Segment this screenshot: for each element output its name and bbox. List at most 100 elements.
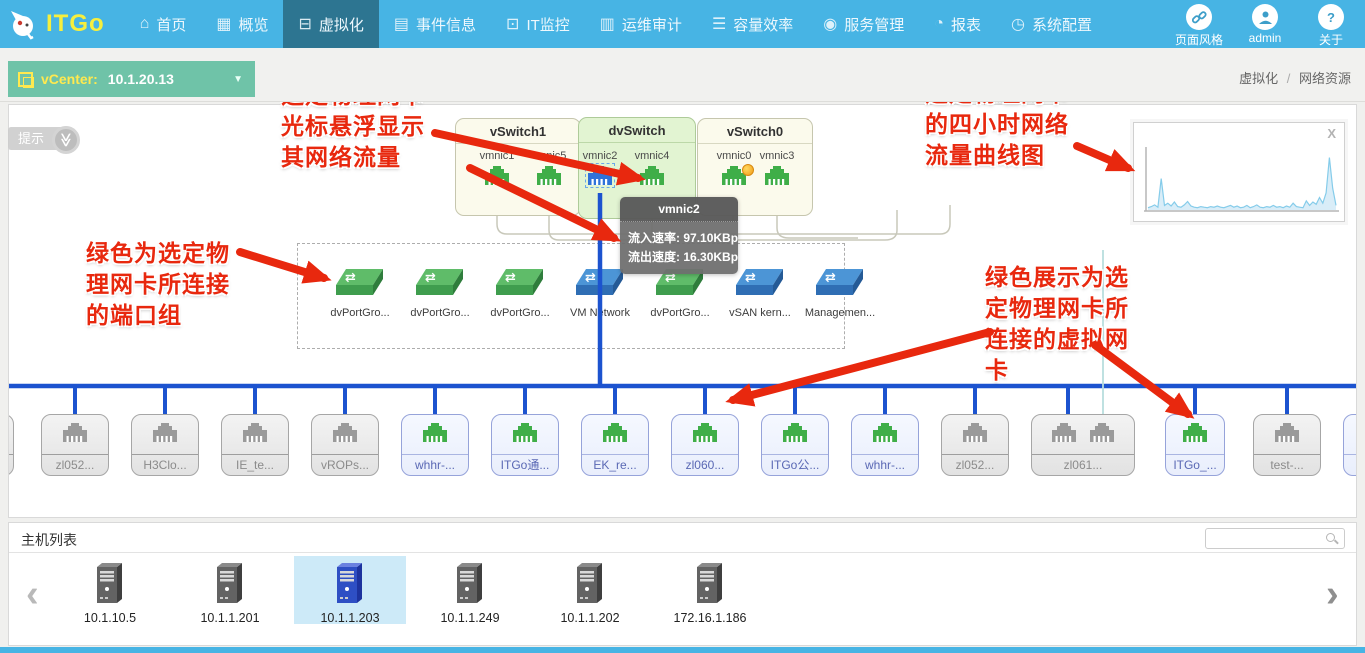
vmnic-vmnic2[interactable]: vmnic2 [576, 150, 624, 191]
carousel-next-button[interactable]: › [1326, 575, 1339, 613]
vcenter-label: vCenter: [41, 71, 98, 87]
vmnic-vmnic0[interactable]: vmnic0 [710, 150, 758, 191]
vm-card-IEte[interactable]: IE_te... [221, 414, 289, 476]
vm-card[interactable] [9, 414, 14, 476]
nav-item-capacity[interactable]: ☰ 容量效率 [697, 0, 808, 48]
host-search-input[interactable] [1206, 529, 1344, 548]
nav-admin-button[interactable]: admin [1237, 2, 1293, 48]
vm-nic-icons [1344, 422, 1356, 443]
vm-card-ITGo通[interactable]: ITGo通... [491, 414, 559, 476]
nic-icon[interactable] [639, 165, 665, 186]
vmnic-label: vmnic5 [525, 150, 573, 162]
vmnic-vmnic3[interactable]: vmnic3 [753, 150, 801, 191]
vm-nic-icons [672, 422, 738, 443]
nav-item-it-monitor[interactable]: ⊡ IT监控 [491, 0, 585, 48]
tips-toggle[interactable]: 提示 ≫ [8, 128, 72, 148]
nic-icon [242, 422, 268, 443]
tips-expand-button[interactable]: ≫ [52, 126, 80, 154]
breadcrumb: 虚拟化 / 网络资源 [1239, 68, 1351, 87]
vm-nic-icons [222, 422, 288, 443]
vm-card-label: IE_te... [222, 454, 288, 475]
portgroup-switch-icon: ⇄ [416, 268, 464, 298]
nic-icon[interactable] [536, 165, 562, 186]
breadcrumb-separator: / [1287, 71, 1291, 86]
nic-icon[interactable] [587, 165, 613, 186]
vm-nic-icons [942, 422, 1008, 443]
nav-item-reports[interactable]: ◔ 报表 [919, 0, 996, 48]
vm-card-test[interactable]: test-... [1253, 414, 1321, 476]
vm-card-ITGo[interactable]: ITGo_... [1165, 414, 1225, 476]
vm-nic-icons [1166, 422, 1224, 443]
vm-card-zl052[interactable]: zl052... [41, 414, 109, 476]
nav-item-ops-audit[interactable]: ▥ 运维审计 [585, 0, 697, 48]
breadcrumb-network-resources[interactable]: 网络资源 [1299, 71, 1351, 86]
vm-card-zl052[interactable]: zl052... [941, 414, 1009, 476]
host-item-10.1.1.201[interactable]: 10.1.1.201 [174, 556, 286, 624]
dvswitch-title: dvSwitch [579, 118, 695, 143]
it-monitor-icon: ⊡ [506, 14, 519, 34]
vm-card-EKre[interactable]: EK_re... [581, 414, 649, 476]
vm-card-label: test-... [1254, 454, 1320, 475]
search-icon [1326, 533, 1335, 542]
carousel-prev-button[interactable]: ‹ [26, 575, 39, 613]
logo-text: ITGo [46, 10, 105, 38]
vm-card-vROPs[interactable]: vROPs... [311, 414, 379, 476]
vmnic-label: vmnic3 [753, 150, 801, 162]
vmnic-vmnic4[interactable]: vmnic4 [628, 150, 676, 191]
host-search-box [1205, 528, 1345, 549]
nav-item-service-mgmt[interactable]: ◉ 服务管理 [808, 0, 919, 48]
vm-card-whhr[interactable]: whhr-... [401, 414, 469, 476]
vm-card-H3Clo[interactable]: H3Clo... [131, 414, 199, 476]
nav-item-home[interactable]: ⌂ 首页 [125, 0, 202, 48]
nic-icon [152, 422, 178, 443]
host-ip-label: 10.1.1.202 [534, 611, 646, 625]
nic-icon [1182, 422, 1208, 443]
nic-icon[interactable] [764, 165, 790, 186]
nav-about-button[interactable]: ? 关于 [1303, 2, 1359, 48]
logo[interactable]: ITGo [0, 0, 125, 48]
vm-nic-icons [1032, 422, 1134, 443]
close-icon[interactable]: X [1327, 126, 1336, 141]
vm-card-label: ITGo公... [762, 454, 828, 475]
nav-item-events[interactable]: ▤ 事件信息 [379, 0, 491, 48]
host-item-10.1.1.202[interactable]: 10.1.1.202 [534, 556, 646, 624]
breadcrumb-virtualization[interactable]: 虚拟化 [1239, 71, 1278, 86]
overview-icon: ▦ [216, 14, 231, 34]
vm-card-zl061[interactable]: zl061... [1031, 414, 1135, 476]
nav-item-overview[interactable]: ▦ 概览 [201, 0, 283, 48]
nav-page-style-button[interactable]: 页面风格 [1171, 2, 1227, 48]
svg-text:⇄: ⇄ [345, 270, 356, 285]
host-item-10.1.10.5[interactable]: 10.1.10.5 [54, 556, 166, 624]
portgroup-managemen[interactable]: ⇄ Managemen... [792, 268, 888, 319]
vm-card-label [9, 454, 13, 475]
portgroup-switch-icon: ⇄ [496, 268, 544, 298]
vm-card-whhr[interactable]: whhr-... [851, 414, 919, 476]
nic-icon[interactable] [484, 165, 510, 186]
svg-text:⇄: ⇄ [425, 270, 436, 285]
vmnic-label: vmnic4 [628, 150, 676, 162]
vm-card-zl060[interactable]: zl060... [671, 414, 739, 476]
host-item-10.1.1.203[interactable]: 10.1.1.203 [294, 556, 406, 624]
tooltip-row-out: 流出速度: 16.30KBps [628, 248, 730, 267]
svg-text:⇄: ⇄ [585, 270, 596, 285]
vm-card[interactable] [1343, 414, 1356, 476]
vcenter-dropdown[interactable]: vCenter: 10.1.20.13 ▼ [8, 61, 255, 97]
nav-item-label: 系统配置 [1032, 14, 1092, 35]
vmnic-vmnic1[interactable]: vmnic1 [473, 150, 521, 191]
nav-item-virtualization[interactable]: ⊟ 虚拟化 [283, 0, 378, 48]
host-server-icon [335, 561, 365, 605]
host-item-172.16.1.186[interactable]: 172.16.1.186 [654, 556, 766, 624]
vm-card-label: whhr-... [852, 454, 918, 475]
nav-admin-label: admin [1237, 31, 1293, 45]
annotation-virtual-nics: 绿色展示为选 定物理网卡所 连接的虚拟网 卡 [985, 262, 1129, 386]
double-chevron-down-icon: ≫ [59, 133, 73, 148]
nav-item-system-config[interactable]: ◷ 系统配置 [996, 0, 1107, 48]
vmnic-vmnic5[interactable]: vmnic5 [525, 150, 573, 191]
vm-nic-icons [402, 422, 468, 443]
vm-card-ITGo公[interactable]: ITGo公... [761, 414, 829, 476]
vm-card-label: ITGo通... [492, 454, 558, 475]
nic-icon [602, 422, 628, 443]
host-item-10.1.1.249[interactable]: 10.1.1.249 [414, 556, 526, 624]
host-server-icon [455, 561, 485, 605]
system-config-icon: ◷ [1011, 14, 1025, 34]
